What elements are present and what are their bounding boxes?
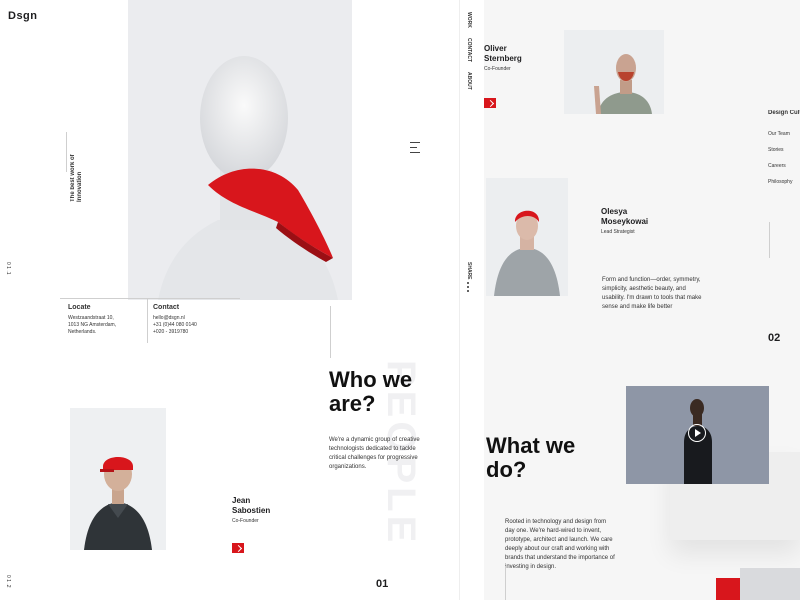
what-title: What we do? [486, 434, 575, 482]
oliver-link-button[interactable] [484, 98, 496, 108]
who-text: We're a dynamic group of creative techno… [329, 437, 420, 470]
olesya-name-line: Olesya [601, 207, 628, 216]
video-thumbnail[interactable] [626, 386, 769, 484]
jean-link-button[interactable] [232, 543, 244, 553]
contact-phone[interactable]: +020 - 3919780 [153, 329, 197, 336]
side-menu-title: Design Cultu [768, 110, 800, 116]
arrow-icon [234, 544, 242, 552]
olesya-info: Olesya Moseykowai Lead Strategist [601, 207, 648, 236]
side-menu-careers[interactable]: Careers [768, 163, 800, 170]
jean-name-line: Sabostien [232, 506, 271, 515]
play-icon[interactable] [688, 424, 706, 442]
nav-about[interactable]: ABOUT [465, 72, 472, 90]
oliver-name-line: Sternberg [484, 54, 522, 63]
nav-contact[interactable]: CONTACT [465, 38, 472, 62]
locate-heading: Locate [68, 304, 91, 311]
brand-logo[interactable]: Dsgn [8, 10, 38, 22]
olesya-name-line: Moseykowai [601, 217, 649, 226]
locate-line: 1013 NG Amsterdam, [68, 322, 117, 328]
philosophy-quote: Form and function—order, symmetry, simpl… [602, 277, 702, 310]
contact-block: Contact hello@dsgn.nl +31 (0)44 080 0140… [153, 304, 197, 336]
tagline: The best work of Innovation [70, 154, 83, 202]
olesya-photo[interactable] [486, 178, 568, 296]
oliver-role: Co-Founder [484, 66, 511, 72]
jean-name-line: Jean [232, 496, 251, 505]
page-number-01: 01 [376, 578, 389, 590]
jean-role: Co-Founder [232, 518, 259, 524]
gray-block-decoration [740, 568, 800, 600]
locate-line: Netherlands. [68, 329, 97, 335]
page-marker-bottom: 0 1 .2 [5, 575, 11, 588]
contact-phone[interactable]: +31 (0)44 080 0140 [153, 322, 197, 329]
arrow-icon [486, 99, 494, 107]
what-title-line: do? [486, 457, 527, 482]
nav-work[interactable]: WORK [465, 12, 472, 28]
contact-email[interactable]: hello@dsgn.nl [153, 315, 197, 322]
side-menu: Design Cultu Our Team Stories Careers Ph… [768, 110, 800, 186]
info-divider [60, 298, 240, 299]
oliver-info: Oliver Sternberg Co-Founder [484, 44, 522, 73]
what-divider [505, 566, 506, 600]
who-title-line: Who we [329, 367, 413, 392]
side-menu-our-team[interactable]: Our Team [768, 131, 800, 138]
what-text: Rooted in technology and design from day… [505, 519, 615, 570]
who-title-line: are? [329, 391, 376, 416]
tagline-divider [66, 132, 67, 172]
contact-heading: Contact [153, 304, 180, 311]
main-nav: WORK CONTACT ABOUT [465, 12, 472, 90]
who-divider [330, 306, 331, 358]
olesya-portrait-image [486, 178, 568, 296]
info-column-divider [147, 298, 148, 343]
oliver-portrait-image [564, 30, 664, 114]
menu-lines-icon[interactable] [410, 142, 420, 158]
share-dots-icon[interactable] [467, 282, 469, 292]
side-menu-philosophy[interactable]: Philosophy [768, 179, 800, 186]
hero-panel [128, 0, 352, 300]
what-title-line: What we [486, 433, 576, 458]
side-menu-stories[interactable]: Stories [768, 147, 800, 154]
jean-photo[interactable] [70, 408, 166, 550]
locate-block: Locate Westzaandstraat 10, 1013 NG Amste… [68, 304, 116, 336]
page-marker-top: 0 1 .1 [5, 262, 11, 275]
oliver-name-line: Oliver [484, 44, 507, 53]
olesya-role: Lead Strategist [601, 229, 635, 235]
share-label[interactable]: SHARE [465, 262, 472, 280]
hero-sculpture-image [158, 56, 338, 300]
jean-portrait-image [70, 408, 166, 550]
page-number-02: 02 [768, 332, 781, 344]
nav-divider [459, 0, 460, 600]
locate-line: Westzaandstraat 10, [68, 315, 114, 321]
side-menu-divider [769, 222, 770, 258]
who-title: Who we are? [329, 368, 412, 416]
jean-info: Jean Sabostien Co-Founder [232, 496, 270, 525]
red-block-decoration [716, 578, 740, 600]
oliver-photo[interactable] [564, 30, 664, 114]
